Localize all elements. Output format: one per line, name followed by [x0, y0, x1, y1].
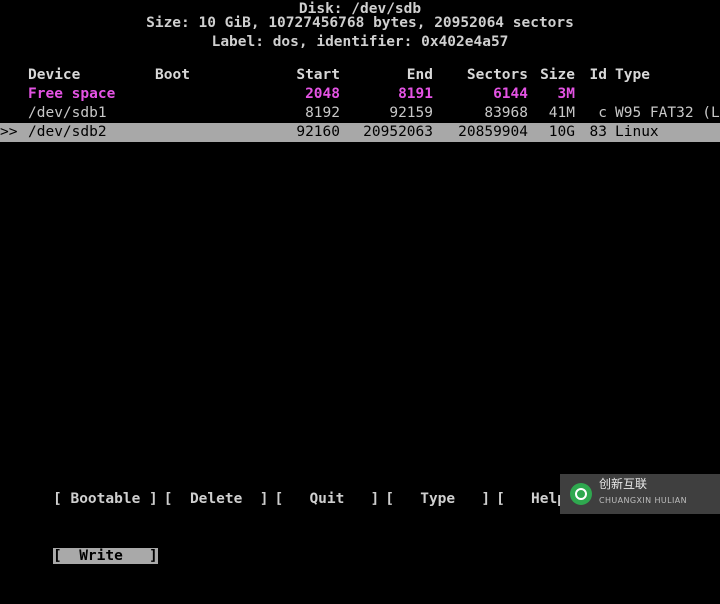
row-sectors: 20859904 — [458, 124, 528, 140]
row-end: 8191 — [398, 86, 433, 102]
column-header-size: Size — [540, 67, 575, 83]
row-start: 2048 — [305, 86, 340, 102]
watermark-subtitle: CHUANGXIN HULIAN — [599, 496, 688, 505]
row-start: 8192 — [305, 105, 340, 121]
row-end: 92159 — [389, 105, 433, 121]
table-header-row: Device Boot Start End Sectors Size Id Type — [0, 66, 720, 85]
disk-label-line: Label: dos, identifier: 0x402e4a57 — [211, 34, 509, 50]
watermark: 创新互联 CHUANGXIN HULIAN — [560, 474, 720, 514]
row-marker: >> — [0, 124, 18, 140]
row-start: 92160 — [296, 124, 340, 140]
row-type: Linux — [615, 124, 659, 140]
watermark-title: 创新互联 — [599, 477, 648, 491]
menu-item-bootable[interactable]: [ Bootable ] — [53, 491, 158, 507]
column-header-sectors: Sectors — [466, 67, 528, 83]
column-header-device: Device — [28, 67, 81, 83]
row-device: /dev/sdb1 — [28, 105, 107, 121]
column-header-id: Id — [589, 67, 607, 83]
row-id: c — [598, 105, 607, 121]
watermark-logo-icon — [570, 483, 592, 505]
table-row[interactable]: Free space 2048 8191 6144 3M — [0, 85, 720, 104]
column-header-start: Start — [296, 67, 340, 83]
row-size: 41M — [548, 105, 575, 121]
row-device: /dev/sdb2 — [28, 124, 107, 140]
table-row[interactable]: /dev/sdb1 8192 92159 83968 41M c W95 FAT32 (LB… — [0, 104, 720, 123]
watermark-text-group: 创新互联 CHUANGXIN HULIAN — [599, 478, 687, 510]
menu-item-write[interactable]: [ Write ] — [53, 548, 158, 564]
column-header-end: End — [406, 67, 433, 83]
menu-row-secondary: [ Write ] — [0, 547, 720, 566]
row-sectors: 6144 — [493, 86, 528, 102]
row-device: Free space — [28, 86, 116, 102]
row-id: 83 — [589, 124, 607, 140]
column-header-type: Type — [615, 67, 650, 83]
menu-item-delete[interactable]: [ Delete ] — [164, 491, 269, 507]
menu-item-type[interactable]: [ Type ] — [385, 491, 490, 507]
row-sectors: 83968 — [484, 105, 528, 121]
row-type: W95 FAT32 (LBA) — [615, 105, 720, 121]
partition-table: Device Boot Start End Sectors Size Id Type Free… — [0, 66, 720, 142]
row-size: 10G — [548, 124, 575, 140]
table-row-selected[interactable]: >> /dev/sdb2 92160 20952063 20859904 10G 83 Lin… — [0, 123, 720, 142]
terminal-screen: Disk: /dev/sdb Size: 10 GiB, 10727456768… — [0, 0, 720, 564]
menu-item-quit[interactable]: [ Quit ] — [275, 491, 380, 507]
row-end: 20952063 — [363, 124, 433, 140]
column-header-boot: Boot — [155, 67, 190, 83]
row-size: 3M — [557, 86, 575, 102]
disk-size-line: Size: 10 GiB, 10727456768 bytes, 2095206… — [146, 15, 574, 31]
